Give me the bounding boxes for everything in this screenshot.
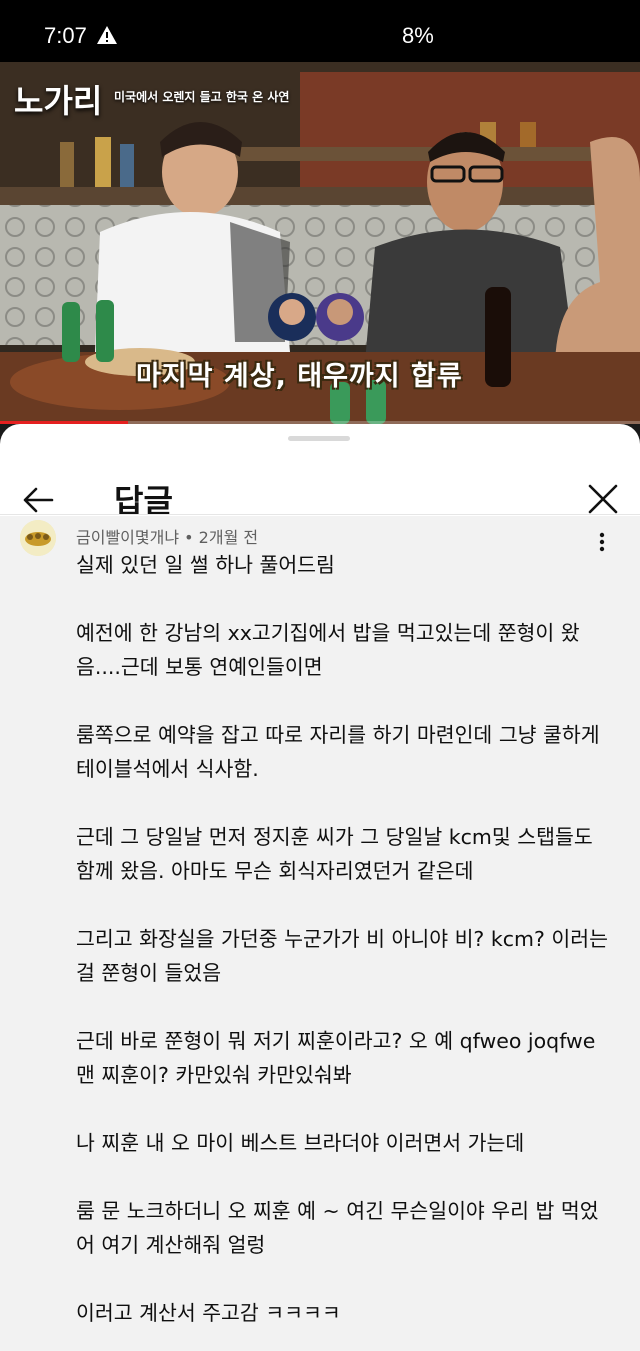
- comment-paragraph: 이러고 계산서 주고감 ㅋㅋㅋㅋ: [76, 1301, 341, 1325]
- avatar[interactable]: [20, 520, 56, 556]
- close-icon[interactable]: [584, 480, 622, 518]
- comment-time: 2개월 전: [198, 528, 259, 547]
- comment: 금이빨이몇개냐 • 2개월 전 실제 있던 일 썰 하나 풀어드림 예전에 한 …: [0, 516, 640, 1351]
- sheet-header: 답글: [0, 444, 640, 520]
- comment-body: 실제 있던 일 썰 하나 풀어드림 예전에 한 강남의 xx고기집에서 밥을 먹…: [76, 548, 616, 1351]
- comment-paragraph: 실제 있던 일 썰 하나 풀어드림: [76, 553, 335, 577]
- replies-sheet: 답글 금이빨이몇개냐 • 2개월 전 실제 있던 일 썰 하나 풀어드림 예전에…: [0, 424, 640, 1351]
- video-caption: 마지막 계상, 태우까지 합류: [136, 361, 463, 392]
- comment-meta: 금이빨이몇개냐 • 2개월 전: [76, 524, 258, 548]
- drag-handle[interactable]: [288, 436, 350, 441]
- video-player[interactable]: 노가리 미국에서 오렌지 들고 한국 온 사연 마지막 계상, 태우까지 합류: [0, 62, 640, 424]
- meta-separator: •: [184, 528, 199, 547]
- warning-icon: [97, 26, 117, 44]
- battery-level: 8%: [402, 23, 434, 48]
- comment-paragraph: 그리고 화장실을 가던중 누군가가 비 아니야 비? kcm? 이러는 걸 쭌형…: [76, 927, 608, 985]
- status-bar: 7:07 8%: [0, 0, 640, 62]
- comment-paragraph: 룸쪽으로 예약을 잡고 따로 자리를 하기 마련인데 그냥 쿨하게 테이블석에서…: [76, 723, 600, 781]
- video-subtitle: 미국에서 오렌지 들고 한국 온 사연: [114, 90, 290, 104]
- comment-paragraph: 근데 바로 쭌형이 뭐 저기 찌훈이라고? 오 예 qfweo joqfwe 맨…: [76, 1029, 596, 1087]
- header-divider: [0, 514, 640, 515]
- comment-paragraph: 예전에 한 강남의 xx고기집에서 밥을 먹고있는데 쭌형이 왔음....근데 …: [76, 621, 580, 679]
- comment-paragraph: 근데 그 당일날 먼저 정지훈 씨가 그 당일날 kcm및 스탭들도 함께 왔음…: [76, 825, 593, 883]
- comment-paragraph: 나 찌훈 내 오 마이 베스트 브라더야 이러면서 가는데: [76, 1131, 525, 1155]
- show-logo: 노가리: [14, 83, 103, 119]
- comment-author[interactable]: 금이빨이몇개냐: [76, 528, 179, 547]
- avatar-image: [20, 520, 56, 556]
- status-time: 7:07: [44, 23, 87, 48]
- comment-paragraph: 룸 문 노크하더니 오 찌훈 예 ~ 여긴 무슨일이야 우리 밥 먹었어 여기 …: [76, 1199, 599, 1257]
